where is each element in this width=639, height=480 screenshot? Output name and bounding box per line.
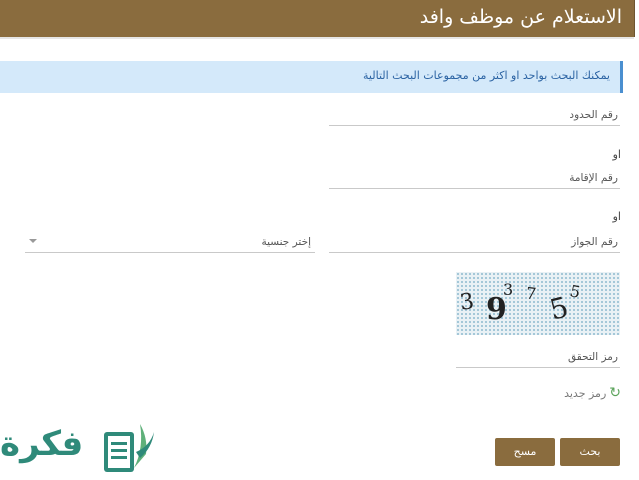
- border-number-field[interactable]: رقم الحدود: [329, 103, 620, 126]
- book-icon: [104, 424, 154, 472]
- chevron-down-icon: [29, 239, 37, 243]
- iqama-number-field[interactable]: رقم الإقامة: [329, 166, 620, 189]
- new-captcha-link[interactable]: ↻رمز جديد: [564, 385, 621, 401]
- search-button[interactable]: بحث: [560, 438, 620, 466]
- new-captcha-label: رمز جديد: [564, 387, 607, 400]
- captcha-char: 5: [546, 290, 572, 327]
- captcha-char: 7: [525, 283, 538, 304]
- captcha-char: 5: [568, 281, 583, 302]
- header-divider: [0, 37, 634, 39]
- captcha-char: 3: [458, 289, 476, 316]
- info-text: يمكنك البحث بواحد او اكثر من مجموعات الب…: [363, 69, 610, 82]
- logo-text: فكرة: [0, 424, 84, 464]
- captcha-char: 3: [503, 280, 514, 299]
- passport-number-label: رقم الجواز: [571, 236, 618, 248]
- or-separator-2: او: [612, 210, 621, 223]
- or-separator-1: او: [612, 148, 621, 161]
- iqama-number-label: رقم الإقامة: [569, 172, 618, 184]
- passport-number-field[interactable]: رقم الجواز: [329, 230, 620, 253]
- clear-button[interactable]: مسح: [495, 438, 555, 466]
- captcha-image: 3 9 3 7 5 5: [456, 272, 620, 335]
- nationality-placeholder: إختر جنسية: [261, 236, 311, 248]
- page-header: الاستعلام عن موظف وافد: [0, 0, 635, 37]
- info-alert: يمكنك البحث بواحد او اكثر من مجموعات الب…: [0, 61, 623, 93]
- page-title: الاستعلام عن موظف وافد: [419, 6, 622, 28]
- captcha-label: رمز التحقق: [568, 351, 618, 363]
- border-number-label: رقم الحدود: [569, 109, 618, 121]
- captcha-field[interactable]: رمز التحقق: [456, 345, 620, 368]
- nationality-select[interactable]: إختر جنسية: [25, 230, 315, 253]
- logo: فكرة: [0, 418, 160, 478]
- refresh-icon: ↻: [609, 385, 621, 401]
